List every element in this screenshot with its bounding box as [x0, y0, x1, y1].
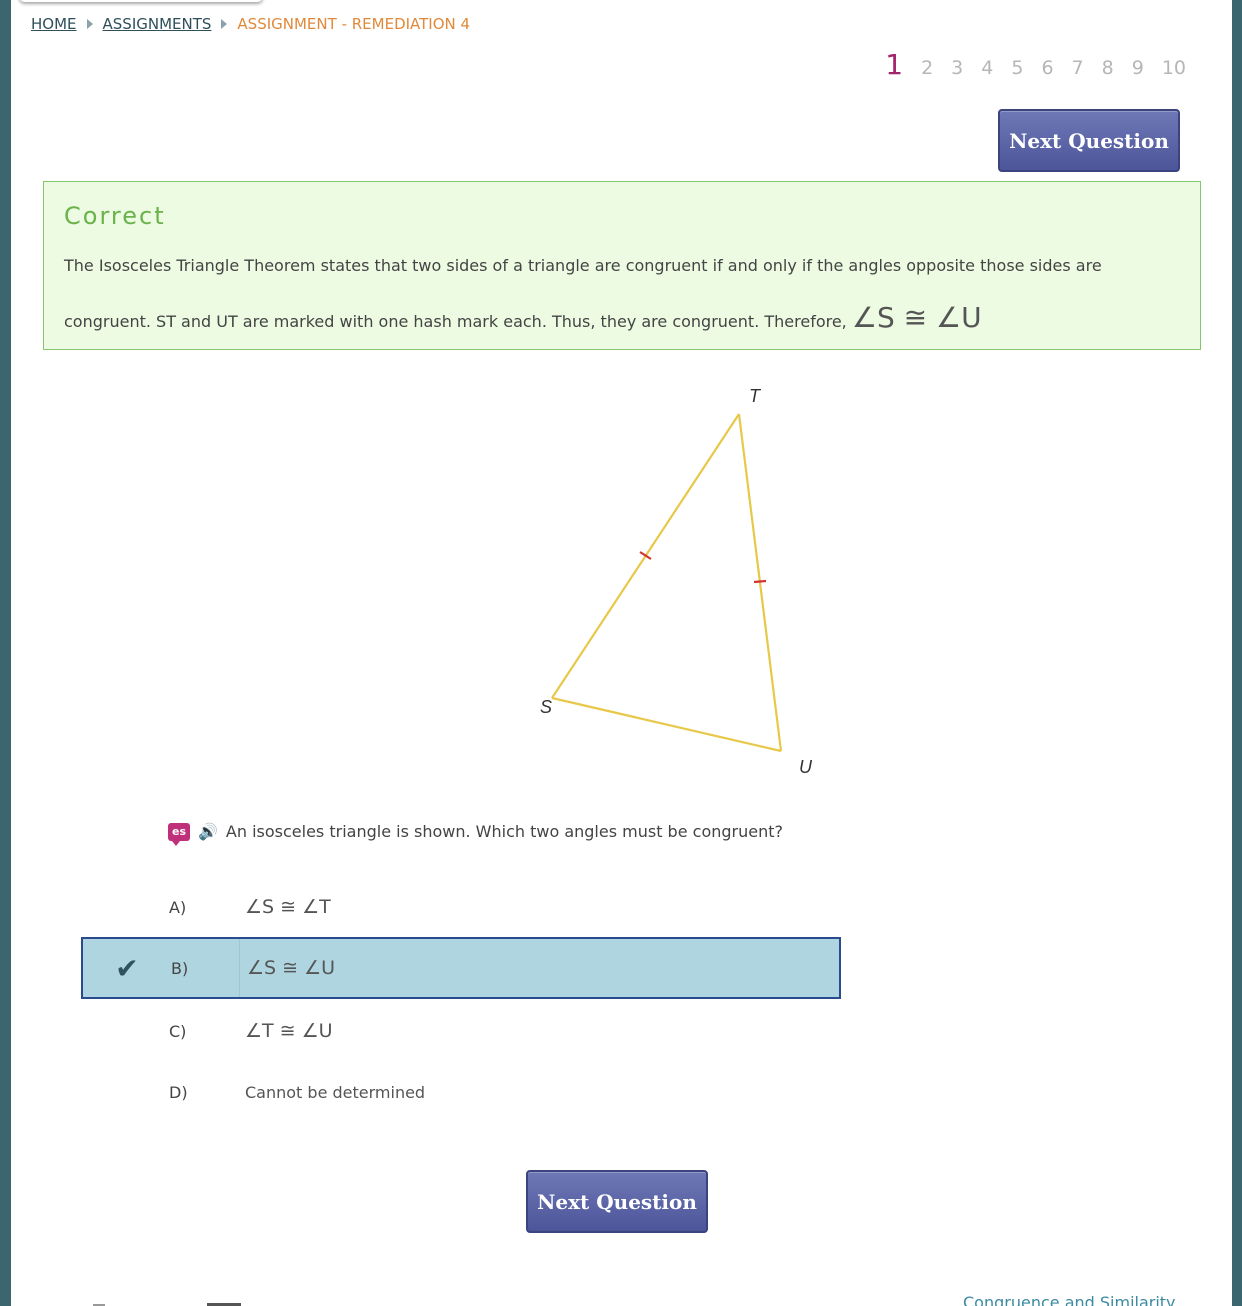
answer-choice-b[interactable]: ✔ B) ∠S ≅ ∠U — [81, 937, 841, 999]
chevron-right-icon — [221, 19, 228, 29]
page-number[interactable]: 4 — [981, 57, 993, 79]
page-number[interactable]: 3 — [951, 57, 963, 79]
breadcrumb: HOME ASSIGNMENTS ASSIGNMENT - REMEDIATIO… — [31, 15, 470, 33]
answer-choice-d[interactable]: D) Cannot be determined — [81, 1061, 841, 1123]
choice-text: ∠S ≅ ∠U — [247, 957, 336, 979]
spanish-translate-icon[interactable]: es — [168, 822, 190, 846]
breadcrumb-assignments-link[interactable]: ASSIGNMENTS — [103, 15, 212, 33]
page-number[interactable]: 5 — [1011, 57, 1023, 79]
speaker-icon[interactable]: 🔊 — [198, 822, 218, 841]
feedback-panel: Correct The Isosceles Triangle Theorem s… — [43, 181, 1201, 350]
question-text: An isosceles triangle is shown. Which tw… — [225, 822, 783, 841]
choice-letter: C) — [169, 1021, 187, 1041]
next-question-button-bottom[interactable]: Next Question — [526, 1170, 708, 1233]
side-su — [551, 696, 782, 753]
page-number[interactable]: 9 — [1132, 57, 1144, 79]
feedback-text: The Isosceles Triangle Theorem states th… — [64, 240, 1174, 348]
page-number[interactable]: 7 — [1072, 57, 1084, 79]
choice-text: ∠T ≅ ∠U — [245, 1020, 333, 1042]
footer-course-link[interactable]: Congruence and Similarity — [963, 1293, 1176, 1306]
feedback-math: ∠S ≅ ∠U — [851, 301, 982, 334]
page: HOME ASSIGNMENTS ASSIGNMENT - REMEDIATIO… — [11, 0, 1232, 1306]
breadcrumb-current: ASSIGNMENT - REMEDIATION 4 — [237, 15, 471, 33]
choice-text: Cannot be determined — [245, 1082, 426, 1102]
question-prompt: es 🔊 An isosceles triangle is shown. Whi… — [168, 822, 783, 846]
answer-choice-c[interactable]: C) ∠T ≅ ∠U — [81, 1000, 841, 1062]
choice-letter: A) — [169, 897, 187, 917]
chevron-right-icon — [86, 19, 93, 29]
checkmark-icon: ✔ — [115, 951, 139, 985]
vertex-label-u: U — [799, 757, 813, 777]
choice-letter: D) — [169, 1082, 188, 1102]
choice-divider — [239, 939, 240, 997]
page-number-current[interactable]: 1 — [885, 48, 903, 81]
top-tab — [19, 0, 263, 2]
page-number[interactable]: 6 — [1041, 57, 1053, 79]
answer-choice-a[interactable]: A) ∠S ≅ ∠T — [81, 876, 841, 938]
triangle-figure: T S U — [540, 386, 813, 777]
choice-letter: B) — [171, 958, 189, 978]
hash-mark-tu — [753, 579, 767, 584]
page-number[interactable]: 2 — [921, 57, 933, 79]
question-pager: 1 2 3 4 5 6 7 8 9 10 — [885, 48, 1186, 81]
choice-text: ∠S ≅ ∠T — [245, 896, 331, 918]
page-number[interactable]: 10 — [1162, 57, 1186, 79]
feedback-title: Correct — [64, 202, 166, 230]
breadcrumb-home-link[interactable]: HOME — [31, 15, 77, 33]
vertex-label-t: T — [749, 386, 762, 406]
page-number[interactable]: 8 — [1102, 57, 1114, 79]
vertex-label-s: S — [540, 697, 552, 717]
next-question-button-top[interactable]: Next Question — [998, 109, 1180, 172]
